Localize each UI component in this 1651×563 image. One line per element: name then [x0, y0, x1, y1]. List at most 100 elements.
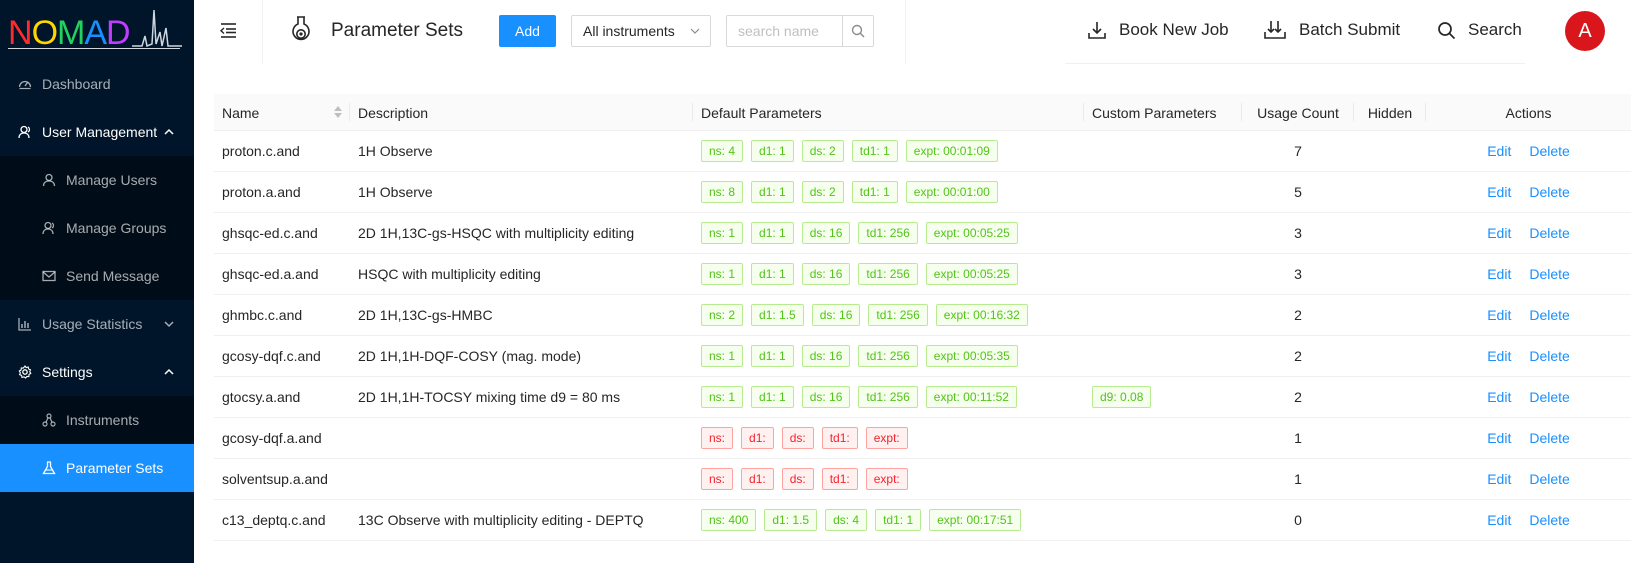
- column-header-hidden: Hidden: [1354, 94, 1426, 131]
- parameter-tag: d1: 1: [751, 263, 794, 285]
- avatar[interactable]: A: [1565, 11, 1605, 51]
- parameter-tag: d1: 1: [751, 222, 794, 244]
- parameter-tag: td1: 256: [858, 222, 918, 244]
- delete-link[interactable]: Delete: [1529, 266, 1569, 282]
- cell-actions: Edit Delete: [1426, 500, 1631, 540]
- sidebar-item-manage-groups[interactable]: Manage Groups: [0, 204, 194, 252]
- sidebar-item-label: Send Message: [66, 268, 160, 284]
- table-row: solventsup.a.and ns: d1: ds: td1: expt: 1 Edit D…: [214, 459, 1631, 500]
- cell-description: 2D 1H,1H-TOCSY mixing time d9 = 80 ms: [358, 389, 621, 405]
- delete-link[interactable]: Delete: [1529, 512, 1569, 528]
- chevron-down-icon: [164, 321, 174, 328]
- delete-link[interactable]: Delete: [1529, 143, 1569, 159]
- gear-icon: [18, 365, 32, 379]
- sidebar-item-dashboard[interactable]: Dashboard: [0, 60, 194, 108]
- edit-link[interactable]: Edit: [1487, 348, 1511, 364]
- delete-link[interactable]: Delete: [1529, 184, 1569, 200]
- cell-default-parameters: ns: 400 d1: 1.5 ds: 4 td1: 1 expt: 00:17:51: [693, 500, 1084, 540]
- cell-description: [350, 418, 693, 458]
- main-content: Name Description Default Parameters Cust…: [194, 64, 1651, 563]
- cell-hidden: [1354, 213, 1426, 253]
- edit-link[interactable]: Edit: [1487, 307, 1511, 323]
- parameter-sets-table: Name Description Default Parameters Cust…: [214, 94, 1631, 541]
- sidebar-item-manage-users[interactable]: Manage Users: [0, 156, 194, 204]
- cell-hidden: [1354, 295, 1426, 335]
- parameter-tag: ns: 1: [701, 263, 744, 285]
- edit-link[interactable]: Edit: [1487, 184, 1511, 200]
- cell-name: proton.a.and: [222, 184, 301, 200]
- parameter-tag: ns:: [701, 427, 734, 449]
- edit-link[interactable]: Edit: [1487, 143, 1511, 159]
- column-header-usage-count: Usage Count: [1242, 94, 1354, 131]
- parameter-tag: d1: 1.5: [751, 304, 804, 326]
- table-row: c13_deptq.c.and 13C Observe with multipli…: [214, 500, 1631, 541]
- parameter-tag: d1: 1: [751, 140, 794, 162]
- sidebar-item-user-management[interactable]: User Management: [0, 108, 194, 156]
- edit-link[interactable]: Edit: [1487, 266, 1511, 282]
- cell-actions: Edit Delete: [1426, 213, 1631, 253]
- cell-name: c13_deptq.c.and: [222, 512, 326, 528]
- cell-usage-count: 2: [1294, 307, 1302, 323]
- cell-hidden: [1354, 131, 1426, 171]
- add-button[interactable]: Add: [499, 15, 556, 47]
- column-header-name[interactable]: Name: [214, 94, 350, 131]
- chevron-up-icon: [164, 128, 174, 135]
- search-input[interactable]: [726, 15, 843, 47]
- cell-name: gcosy-dqf.a.and: [222, 430, 322, 446]
- sidebar-item-label: User Management: [42, 124, 158, 140]
- edit-link[interactable]: Edit: [1487, 512, 1511, 528]
- book-new-job-button[interactable]: Book New Job: [1087, 18, 1229, 42]
- edit-link[interactable]: Edit: [1487, 430, 1511, 446]
- column-header-custom-parameters: Custom Parameters: [1084, 94, 1242, 131]
- sidebar-item-send-message[interactable]: Send Message: [0, 252, 194, 300]
- delete-link[interactable]: Delete: [1529, 471, 1569, 487]
- sidebar-item-parameter-sets[interactable]: Parameter Sets: [0, 444, 194, 492]
- delete-link[interactable]: Delete: [1529, 389, 1569, 405]
- parameter-tag: d1:: [741, 468, 774, 490]
- sidebar-item-instruments[interactable]: Instruments: [0, 396, 194, 444]
- delete-link[interactable]: Delete: [1529, 307, 1569, 323]
- column-header-actions: Actions: [1505, 104, 1552, 121]
- instrument-select[interactable]: All instruments: [571, 15, 711, 47]
- parameter-tag: ns: 8: [701, 181, 744, 203]
- search-nav-button[interactable]: Search: [1437, 18, 1522, 42]
- flask-icon: [42, 461, 56, 475]
- parameter-tag: ns: 1: [701, 222, 744, 244]
- cell-hidden: [1354, 459, 1426, 499]
- parameter-tag: d1: 1: [751, 181, 794, 203]
- batch-submit-button[interactable]: Batch Submit: [1263, 18, 1400, 42]
- parameter-tag: d1: 1: [751, 345, 794, 367]
- delete-link[interactable]: Delete: [1529, 430, 1569, 446]
- edit-link[interactable]: Edit: [1487, 225, 1511, 241]
- cell-hidden: [1354, 172, 1426, 212]
- table-row: gcosy-dqf.c.and 2D 1H,1H-DQF-COSY (mag. m…: [214, 336, 1631, 377]
- search-button[interactable]: [842, 15, 874, 47]
- instrument-icon: [42, 413, 56, 427]
- cell-actions: Edit Delete: [1426, 172, 1631, 212]
- parameter-tag: expt: 00:16:32: [935, 304, 1028, 326]
- cell-actions: Edit Delete: [1426, 254, 1631, 294]
- sort-icon: [334, 106, 342, 118]
- sidebar-item-usage-statistics[interactable]: Usage Statistics: [0, 300, 194, 348]
- cell-name: ghsqc-ed.a.and: [222, 266, 319, 282]
- table-row: gcosy-dqf.a.and ns: d1: ds: td1: expt: 1 Edit De…: [214, 418, 1631, 459]
- cell-custom-parameters: [1084, 295, 1242, 335]
- parameter-tag: expt: 00:01:00: [905, 181, 998, 203]
- cell-hidden: [1354, 254, 1426, 294]
- parameter-tag: ns: 400: [701, 509, 757, 531]
- nomad-logo[interactable]: NOMAD: [6, 6, 182, 52]
- edit-link[interactable]: Edit: [1487, 389, 1511, 405]
- cell-description: 1H Observe: [358, 143, 433, 159]
- edit-link[interactable]: Edit: [1487, 471, 1511, 487]
- menu-fold-icon[interactable]: [218, 20, 238, 40]
- cell-custom-parameters: [1084, 172, 1242, 212]
- parameter-tag: expt: 00:05:25: [925, 222, 1018, 244]
- cell-actions: Edit Delete: [1426, 336, 1631, 376]
- delete-link[interactable]: Delete: [1529, 225, 1569, 241]
- parameter-tag: td1: 1: [875, 509, 922, 531]
- delete-link[interactable]: Delete: [1529, 348, 1569, 364]
- sidebar-item-settings[interactable]: Settings: [0, 348, 194, 396]
- parameter-tag: d1: 1: [751, 386, 794, 408]
- parameter-tag: ds: 2: [801, 181, 844, 203]
- parameter-tag: d1: 1.5: [764, 509, 818, 531]
